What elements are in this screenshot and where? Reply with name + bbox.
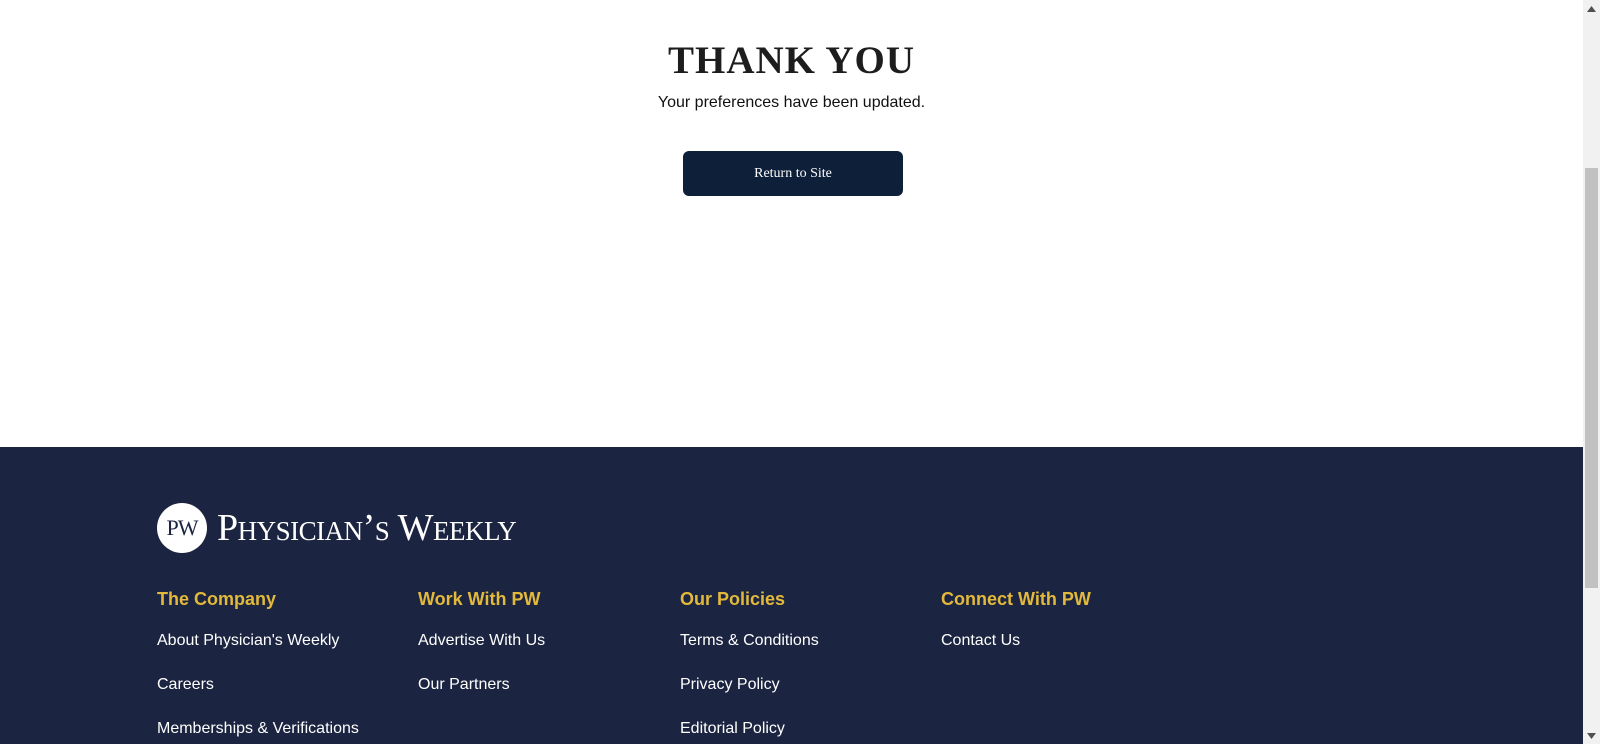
footer-heading-connect: Connect With PW bbox=[941, 589, 1091, 609]
physicians-weekly-logo[interactable]: PW Physician’s Weekly bbox=[157, 503, 517, 553]
logo-wordmark: Physician’s Weekly bbox=[217, 507, 517, 549]
footer-link-privacy[interactable]: Privacy Policy bbox=[680, 674, 930, 696]
site-footer: PW Physician’s Weekly The Company About … bbox=[0, 447, 1583, 744]
footer-link-editorial[interactable]: Editorial Policy bbox=[680, 718, 930, 740]
footer-link-contact[interactable]: Contact Us bbox=[941, 630, 1191, 652]
footer-column-company: The Company About Physician's Weekly Car… bbox=[157, 587, 407, 744]
logo-mark-icon: PW bbox=[157, 503, 207, 553]
footer-heading-policies: Our Policies bbox=[680, 589, 786, 609]
footer-heading-work: Work With PW bbox=[418, 589, 541, 609]
vertical-scrollbar[interactable] bbox=[1583, 0, 1600, 744]
page-title: THANK YOU bbox=[668, 39, 915, 82]
footer-link-terms[interactable]: Terms & Conditions bbox=[680, 630, 930, 652]
return-to-site-button[interactable]: Return to Site bbox=[683, 151, 903, 196]
confirmation-message: Your preferences have been updated. bbox=[657, 94, 926, 111]
footer-link-about[interactable]: About Physician's Weekly bbox=[157, 630, 407, 652]
page: THANK YOU Your preferences have been upd… bbox=[0, 0, 1600, 744]
scrollbar-thumb[interactable] bbox=[1585, 168, 1598, 588]
footer-link-advertise[interactable]: Advertise With Us bbox=[418, 630, 668, 652]
footer-column-connect: Connect With PW Contact Us bbox=[941, 587, 1191, 674]
scroll-down-icon[interactable] bbox=[1583, 727, 1600, 744]
footer-heading-company: The Company bbox=[157, 589, 277, 609]
footer-link-careers[interactable]: Careers bbox=[157, 674, 407, 696]
footer-link-memberships[interactable]: Memberships & Verifications bbox=[157, 718, 407, 740]
footer-column-policies: Our Policies Terms & Conditions Privacy … bbox=[680, 587, 930, 744]
footer-link-partners[interactable]: Our Partners bbox=[418, 674, 668, 696]
main-content: THANK YOU Your preferences have been upd… bbox=[0, 0, 1583, 447]
footer-column-work: Work With PW Advertise With Us Our Partn… bbox=[418, 587, 668, 718]
scroll-up-icon[interactable] bbox=[1583, 0, 1600, 17]
